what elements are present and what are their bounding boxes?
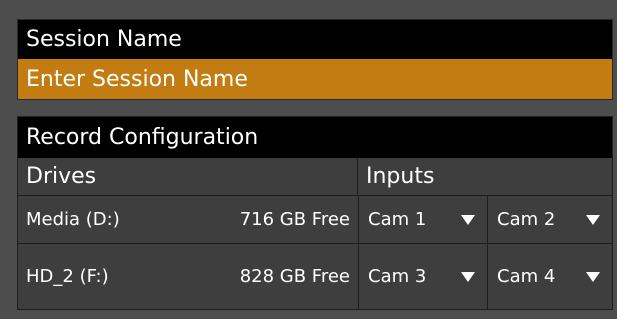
input-select-label: Cam 2	[497, 209, 556, 230]
input-select-label: Cam 1	[368, 209, 427, 230]
session-name-input[interactable]	[18, 59, 612, 99]
input-select-cam-2[interactable]: Cam 2	[487, 196, 612, 243]
record-configuration-heading: Record Configuration	[18, 117, 612, 158]
triangle-down-icon	[461, 214, 475, 225]
drive-free-space: 716 GB Free	[239, 209, 350, 230]
drive-row-media: Media (D:) 716 GB Free Cam 1 Cam 2	[18, 196, 612, 244]
drive-free-space: 828 GB Free	[239, 266, 350, 287]
record-configuration-panel: Record Configuration Drives Inputs Media…	[17, 116, 613, 310]
drives-column-header: Drives	[18, 158, 358, 196]
drive-row-hd2: HD_2 (F:) 828 GB Free Cam 3 Cam 4	[18, 244, 612, 309]
triangle-down-icon	[461, 271, 475, 282]
input-select-cam-3[interactable]: Cam 3	[358, 244, 487, 309]
input-select-label: Cam 4	[497, 266, 556, 287]
inputs-column-header: Inputs	[358, 158, 612, 196]
triangle-down-icon	[586, 271, 600, 282]
session-name-heading: Session Name	[18, 20, 612, 59]
input-select-cam-4[interactable]: Cam 4	[487, 244, 612, 309]
triangle-down-icon	[586, 214, 600, 225]
drive-name: Media (D:)	[26, 209, 120, 230]
input-select-cam-1[interactable]: Cam 1	[358, 196, 487, 243]
input-select-label: Cam 3	[368, 266, 427, 287]
session-panel: Session Name	[17, 19, 613, 100]
drive-name: HD_2 (F:)	[26, 266, 109, 287]
